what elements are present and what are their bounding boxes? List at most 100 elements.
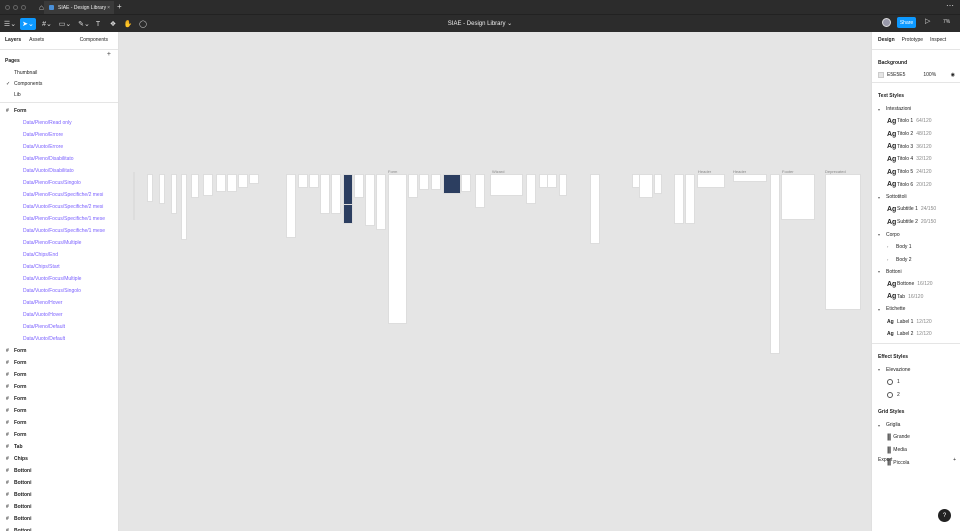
canvas-frame[interactable] [590,174,600,244]
frame-layer[interactable]: # Bottoni [0,477,118,489]
canvas-frame[interactable] [354,174,364,198]
canvas-frame[interactable] [216,174,226,192]
tab-assets[interactable]: Assets [29,37,44,43]
text-style-group[interactable]: ▾ Bottoni [872,266,960,278]
tab-inspect[interactable]: Inspect [930,37,946,43]
component-layer[interactable]: Data/Vuoto/Default [0,333,118,345]
canvas-frame[interactable] [298,174,308,188]
background-hex[interactable]: E5E5E5 [887,72,905,78]
component-layer[interactable]: Data/Vuoto/Focus/Multiple [0,273,118,285]
canvas-frame[interactable] [408,174,418,198]
canvas-frame[interactable] [475,174,485,208]
canvas-frame[interactable] [227,174,237,192]
canvas[interactable]: Form Wizard Header Header Footer Deprecated [119,32,871,531]
canvas-frame[interactable] [419,174,429,190]
frame-layer[interactable]: # Form [0,105,118,117]
canvas-frame[interactable] [203,174,213,196]
present-icon[interactable]: ▷ [925,17,930,25]
component-layer[interactable]: Data/Vuoto/Disabilitato [0,165,118,177]
canvas-frame[interactable] [376,174,386,230]
text-style-item[interactable]: Ag Subtitle 2 20/150 [872,216,960,229]
frame-layer[interactable]: # Form [0,357,118,369]
frame-layer[interactable]: # Form [0,393,118,405]
component-layer[interactable]: Data/Chips/End [0,249,118,261]
canvas-frame[interactable] [685,174,695,224]
more-icon[interactable]: ⋯ [946,1,954,10]
component-layer[interactable]: Data/Pieno/Read only [0,117,118,129]
canvas-frame[interactable] [286,174,296,238]
canvas-frame[interactable] [526,174,536,204]
frame-layer[interactable]: # Form [0,369,118,381]
canvas-frame[interactable] [365,174,375,226]
canvas-frame[interactable] [171,174,177,214]
canvas-frame[interactable] [547,174,557,188]
component-layer[interactable]: Data/Pieno/Errore [0,129,118,141]
text-style-group[interactable]: ▾ Corpo [872,229,960,241]
component-layer[interactable]: Data/Pieno/Focus/Specifiche/2 mesi [0,189,118,201]
zoom-level[interactable]: 7% [943,19,950,25]
text-style-item[interactable]: Ag Label 2 12/120 [872,328,960,341]
component-layer[interactable]: Data/Chips/Start [0,261,118,273]
canvas-frame[interactable] [249,174,259,184]
tab-prototype[interactable]: Prototype [902,37,923,43]
text-style-group[interactable]: ▾ Sottotitoli [872,191,960,203]
canvas-frame[interactable] [181,174,187,240]
frame-layer[interactable]: # Form [0,417,118,429]
canvas-frame[interactable] [238,174,248,188]
component-layer[interactable]: Data/Pieno/Default [0,321,118,333]
component-layer[interactable]: Data/Pieno/Focus/Specifiche/1 mese [0,213,118,225]
component-layer[interactable]: Data/Pieno/Focus/Multiple [0,237,118,249]
canvas-frame[interactable] [191,174,199,198]
text-style-item[interactable]: Ag Titolo 2 48/120 [872,128,960,141]
grid-style-item[interactable]: |||| Grande [872,431,960,444]
background-opacity[interactable]: 100% [923,72,936,78]
component-layer[interactable]: Data/Pieno/Focus/Singolo [0,177,118,189]
text-style-item[interactable]: › Body 2 [872,253,960,266]
canvas-frame[interactable] [431,174,441,190]
text-style-item[interactable]: Ag Titolo 1 64/120 [872,115,960,128]
text-style-group[interactable]: ▾ Etichette [872,303,960,315]
file-tab[interactable]: SIAE - Design Library × [44,1,114,14]
text-style-item[interactable]: Ag Tab 16/120 [872,291,960,304]
component-layer[interactable]: Data/Vuoto/Errore [0,141,118,153]
eye-icon[interactable]: ◉ [951,72,955,78]
text-style-item[interactable]: Ag Titolo 5 24/120 [872,166,960,179]
components-tab[interactable]: Components [80,37,108,43]
frame-layer[interactable]: # Form [0,429,118,441]
canvas-frame[interactable] [639,174,653,198]
text-style-item[interactable]: Ag Titolo 4 32/120 [872,153,960,166]
frame-layer[interactable]: # Tab [0,441,118,453]
text-style-item[interactable]: Ag Titolo 6 20/120 [872,178,960,191]
canvas-frame[interactable] [331,174,341,214]
frame-layer[interactable]: # Form [0,381,118,393]
window-controls[interactable] [5,4,26,10]
frame-layer[interactable]: # Form [0,345,118,357]
background-swatch[interactable] [878,72,884,78]
component-layer[interactable]: Data/Vuoto/Focus/Specifiche/2 mesi [0,201,118,213]
canvas-frame[interactable] [133,172,135,220]
canvas-frame[interactable] [781,174,815,220]
canvas-frame[interactable] [770,174,780,354]
component-layer[interactable]: Data/Pieno/Disabilitato [0,153,118,165]
canvas-frame[interactable] [159,174,165,204]
frame-layer[interactable]: # Bottoni [0,501,118,513]
canvas-frame[interactable] [443,174,461,194]
canvas-frame[interactable] [309,174,319,188]
add-page-icon[interactable]: + [107,51,111,58]
export-row[interactable]: Export + [878,457,956,463]
page-item[interactable]: Thumbnail [0,67,118,78]
component-layer[interactable]: Data/Vuoto/Focus/Specifiche/1 mese [0,225,118,237]
canvas-frame[interactable] [674,174,684,224]
canvas-frame[interactable] [825,174,861,310]
text-style-item[interactable]: Ag Label 1 12/120 [872,315,960,328]
canvas-frame[interactable] [147,174,153,202]
frame-layer[interactable]: # Bottoni [0,465,118,477]
canvas-frame[interactable] [388,174,407,324]
frame-layer[interactable]: # Form [0,405,118,417]
component-layer[interactable]: Data/Vuoto/Focus/Singolo [0,285,118,297]
help-button[interactable]: ? [938,509,951,522]
text-style-item[interactable]: Ag Subtitle 1 24/150 [872,203,960,216]
canvas-frame[interactable] [490,174,523,196]
canvas-frame[interactable] [320,174,330,214]
tab-layers[interactable]: Layers [5,37,21,43]
